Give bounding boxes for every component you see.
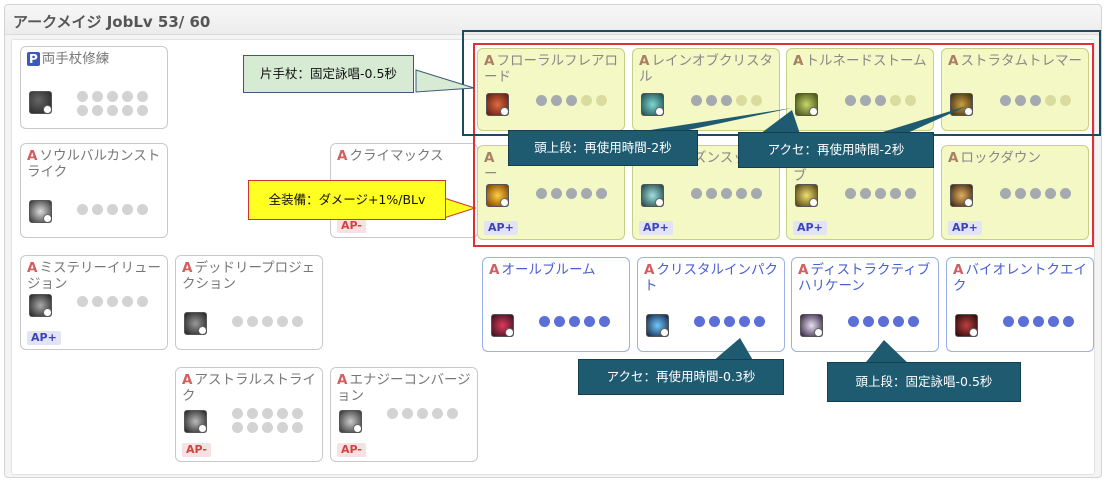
callout-head-top-1: 頭上段：再使用時間-2秒 (508, 130, 698, 166)
skill-tree: P 両手杖修練 A ソウルバルカンストライク A クライマックス AP- A ミステリー… (11, 30, 1101, 475)
job-title: アークメイジ JobLv 53/ 60 (13, 13, 211, 31)
callout-all-gear: 全装備：ダメージ+1%/BLv (248, 180, 446, 220)
callout-accessory-1: アクセ：再使用時間-2秒 (738, 132, 934, 168)
job-panel: アークメイジ JobLv 53/ 60 P 両手杖修練 A ソウルバルカンストライク… (4, 4, 1102, 478)
callout-pointers (415, 69, 967, 367)
onehand-pointer (415, 69, 475, 93)
callout-head-top-2: 頭上段：固定詠唱-0.5秒 (827, 362, 1021, 402)
callout-accessory-2: アクセ：再使用時間-0.3秒 (578, 359, 784, 395)
allgear-pointer (443, 197, 477, 219)
callout-one-hand-staff: 片手杖：固定詠唱-0.5秒 (243, 55, 414, 93)
